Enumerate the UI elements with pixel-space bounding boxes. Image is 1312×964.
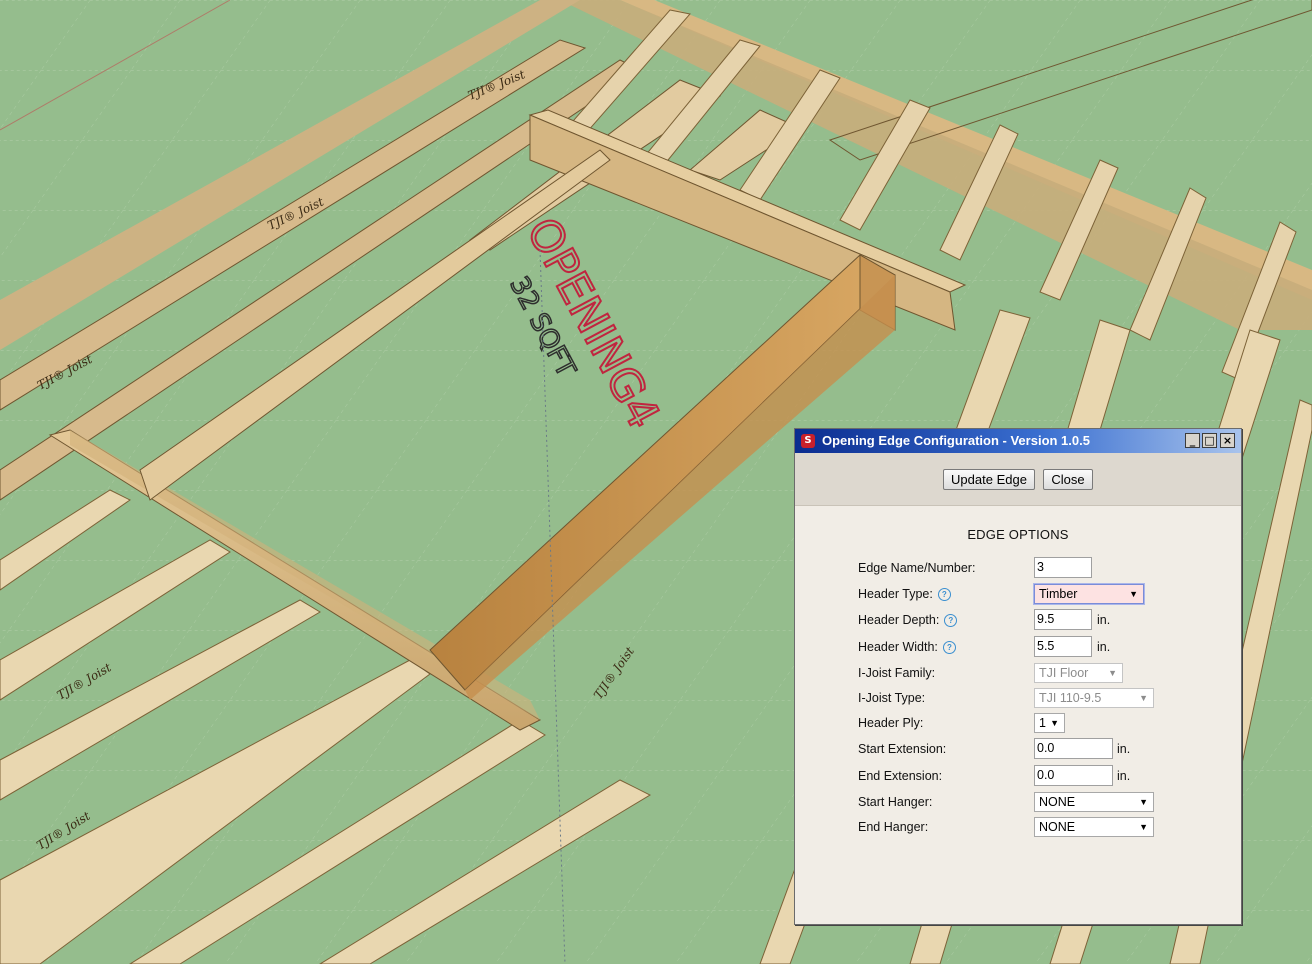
ijoist-family-label: I-Joist Family:: [858, 666, 936, 680]
dialog-titlebar[interactable]: S Opening Edge Configuration - Version 1…: [795, 429, 1241, 453]
start-extension-label: Start Extension:: [858, 742, 947, 756]
header-ply-select[interactable]: 1 ▼: [1034, 713, 1065, 733]
end-extension-label: End Extension:: [858, 769, 943, 783]
edge-name-label: Edge Name/Number:: [858, 561, 976, 575]
header-ply-row: Header Ply: 1 ▼: [795, 712, 1241, 734]
start-hanger-row: Start Hanger: NONE ▼: [795, 791, 1241, 813]
end-hanger-label: End Hanger:: [858, 820, 929, 834]
maximize-icon[interactable]: □: [1202, 433, 1217, 448]
ijoist-type-label: I-Joist Type:: [858, 691, 926, 705]
help-icon[interactable]: ?: [937, 588, 951, 601]
chevron-down-icon: ▼: [1139, 693, 1148, 703]
end-extension-row: End Extension: 0.0 in.: [795, 765, 1241, 787]
header-width-input[interactable]: 5.5: [1034, 636, 1092, 657]
header-type-select[interactable]: Timber ▼: [1034, 584, 1144, 604]
header-type-row: Header Type:? Timber ▼: [795, 583, 1241, 605]
ijoist-family-row: I-Joist Family: TJI Floor ▼: [795, 662, 1241, 684]
header-type-value: Timber: [1039, 587, 1078, 601]
header-type-label-wrap: Header Type:?: [858, 587, 951, 601]
end-hanger-select[interactable]: NONE ▼: [1034, 817, 1154, 837]
edge-options-heading: EDGE OPTIONS: [967, 527, 1069, 542]
header-depth-label: Header Depth:: [858, 613, 940, 627]
header-width-row: Header Width:? 5.5 in.: [795, 636, 1241, 658]
start-hanger-select[interactable]: NONE ▼: [1034, 792, 1154, 812]
end-hanger-row: End Hanger: NONE ▼: [795, 816, 1241, 838]
start-extension-row: Start Extension: 0.0 in.: [795, 738, 1241, 760]
header-width-unit: in.: [1097, 640, 1111, 654]
end-hanger-value: NONE: [1039, 820, 1076, 834]
opening-edge-dialog: S Opening Edge Configuration - Version 1…: [794, 428, 1242, 925]
header-depth-label-wrap: Header Depth:?: [858, 613, 958, 627]
header-width-label-wrap: Header Width:?: [858, 640, 956, 654]
header-ply-label: Header Ply:: [858, 716, 924, 730]
sketchup-app-icon: S: [801, 434, 815, 448]
help-icon[interactable]: ?: [942, 641, 956, 654]
start-hanger-label: Start Hanger:: [858, 795, 933, 809]
dialog-toolbar: Update Edge Close: [795, 453, 1241, 506]
start-hanger-value: NONE: [1039, 795, 1076, 809]
close-icon[interactable]: ×: [1220, 433, 1235, 448]
header-type-label: Header Type:: [858, 587, 933, 601]
end-extension-input[interactable]: 0.0: [1034, 765, 1113, 786]
minimize-icon[interactable]: _: [1185, 433, 1200, 448]
chevron-down-icon: ▼: [1139, 822, 1148, 832]
header-depth-input[interactable]: 9.5: [1034, 609, 1092, 630]
chevron-down-icon: ▼: [1129, 589, 1138, 599]
help-icon[interactable]: ?: [944, 614, 958, 627]
update-edge-button[interactable]: Update Edge: [943, 469, 1035, 490]
ijoist-family-value: TJI Floor: [1039, 666, 1089, 680]
header-depth-row: Header Depth:? 9.5 in.: [795, 609, 1241, 631]
chevron-down-icon: ▼: [1139, 797, 1148, 807]
ijoist-type-row: I-Joist Type: TJI 110-9.5 ▼: [795, 687, 1241, 709]
edge-name-input[interactable]: 3: [1034, 557, 1092, 578]
start-extension-input[interactable]: 0.0: [1034, 738, 1113, 759]
header-depth-unit: in.: [1097, 613, 1111, 627]
start-extension-unit: in.: [1117, 742, 1131, 756]
header-ply-value: 1: [1039, 716, 1046, 730]
header-width-label: Header Width:: [858, 640, 938, 654]
chevron-down-icon: ▼: [1108, 668, 1117, 678]
end-extension-unit: in.: [1117, 769, 1131, 783]
chevron-down-icon: ▼: [1050, 718, 1059, 728]
ijoist-type-value: TJI 110-9.5: [1039, 691, 1102, 705]
ijoist-family-select: TJI Floor ▼: [1034, 663, 1123, 683]
ijoist-type-select: TJI 110-9.5 ▼: [1034, 688, 1154, 708]
dialog-title: Opening Edge Configuration - Version 1.0…: [822, 433, 1090, 448]
edge-name-row: Edge Name/Number: 3: [795, 557, 1241, 579]
close-button[interactable]: Close: [1043, 469, 1093, 490]
